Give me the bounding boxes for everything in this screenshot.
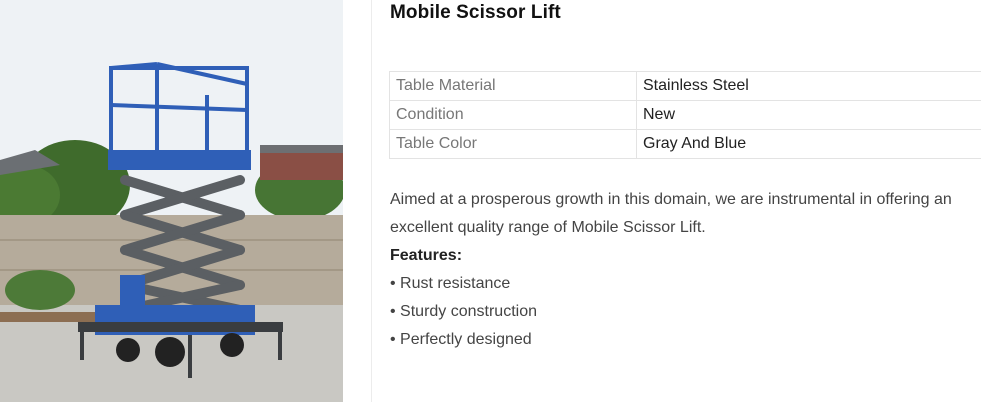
feature-item: • Sturdy construction: [390, 303, 537, 320]
spec-row: Table Material Stainless Steel: [389, 71, 981, 101]
spec-value: Stainless Steel: [636, 71, 981, 101]
features-heading: Features:: [390, 247, 463, 264]
description-text: Aimed at a prosperous growth in this dom…: [390, 191, 952, 236]
spec-value: New: [636, 100, 981, 130]
spec-value: Gray And Blue: [636, 129, 981, 159]
scissor-lift-illustration: [0, 0, 343, 402]
spec-row: Table Color Gray And Blue: [389, 129, 981, 159]
product-title: Mobile Scissor Lift: [390, 2, 561, 23]
spec-row: Condition New: [389, 100, 981, 130]
spec-label: Table Color: [389, 129, 637, 159]
spec-label: Table Material: [389, 71, 637, 101]
product-description: Aimed at a prosperous growth in this dom…: [390, 186, 975, 354]
spec-label: Condition: [389, 100, 637, 130]
product-image[interactable]: [0, 0, 343, 402]
divider: [371, 0, 372, 402]
features-list: • Rust resistance • Sturdy construction …: [390, 270, 975, 354]
spec-table: Table Material Stainless Steel Condition…: [389, 71, 981, 159]
feature-item: • Perfectly designed: [390, 331, 532, 348]
feature-item: • Rust resistance: [390, 275, 511, 292]
